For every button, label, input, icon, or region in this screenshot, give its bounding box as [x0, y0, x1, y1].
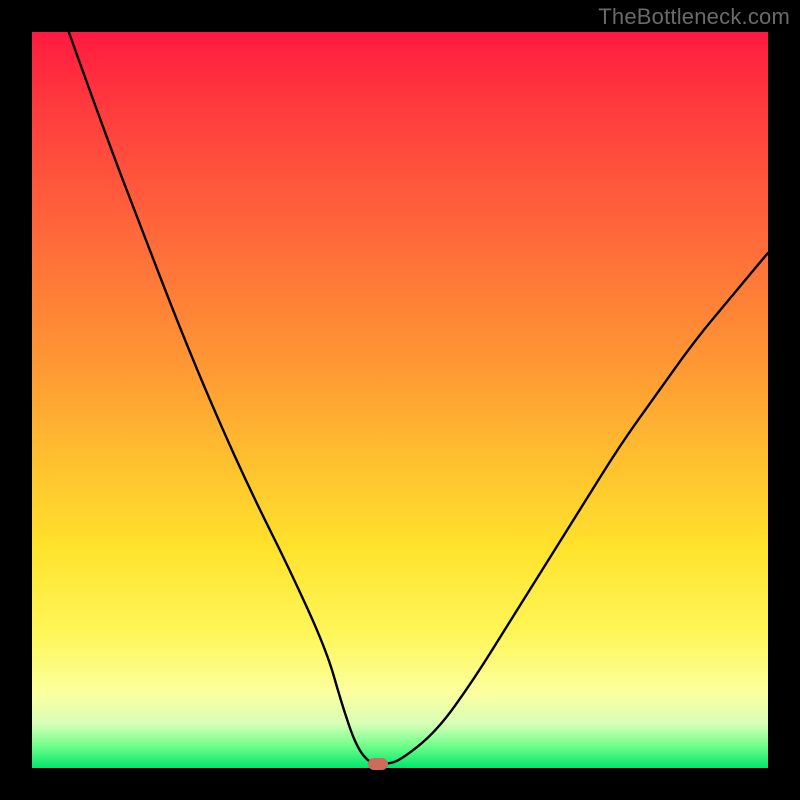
- curve-path: [69, 32, 768, 764]
- chart-frame: TheBottleneck.com: [0, 0, 800, 800]
- bottleneck-curve: [32, 32, 768, 768]
- plot-area: [32, 32, 768, 768]
- watermark-text: TheBottleneck.com: [598, 4, 790, 30]
- minimum-marker: [368, 758, 388, 770]
